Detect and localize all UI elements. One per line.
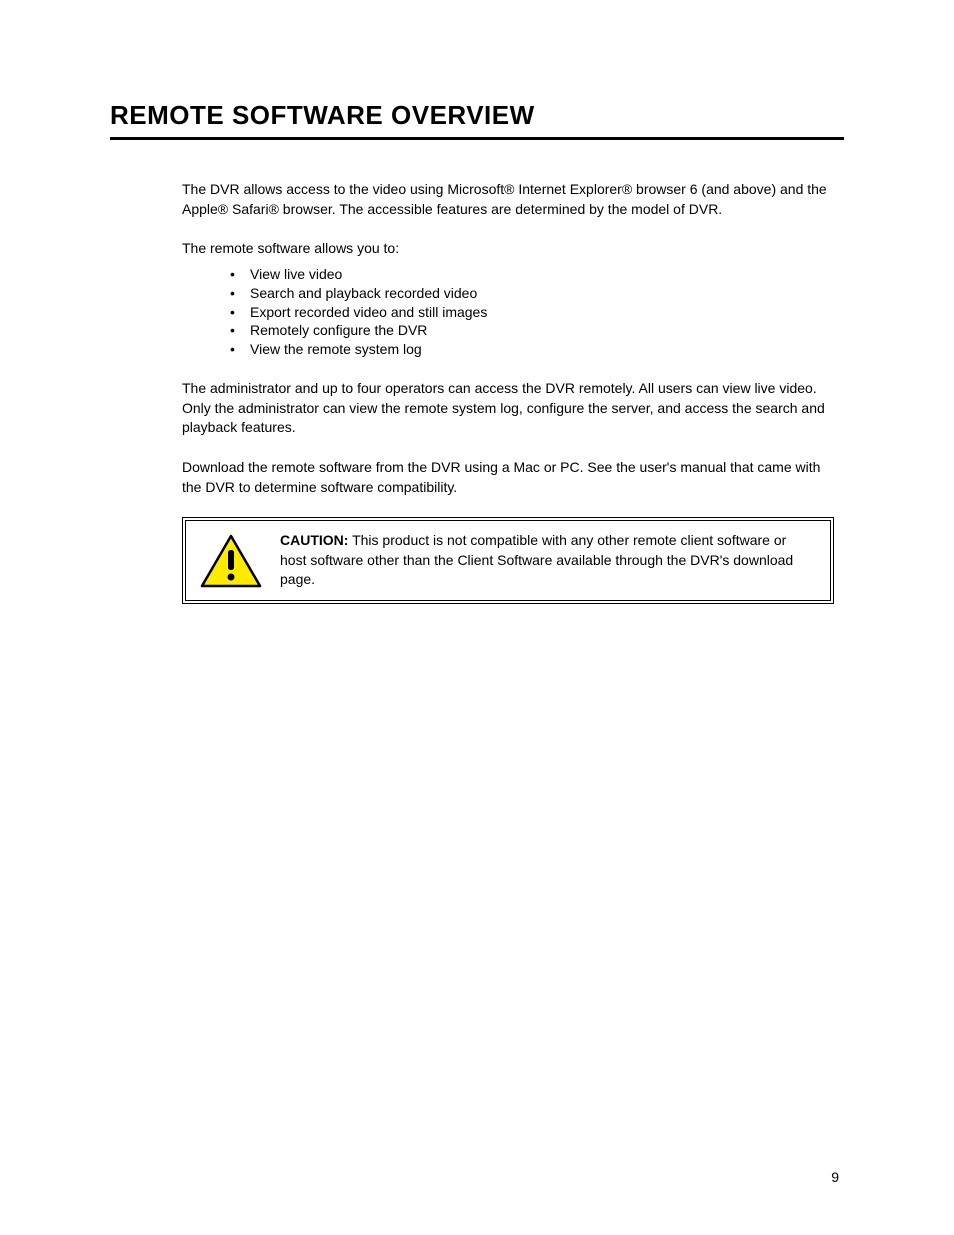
list-item: View live video — [230, 265, 834, 284]
caution-label: CAUTION: — [280, 532, 348, 548]
list-item: Remotely configure the DVR — [230, 321, 834, 340]
list-item: View the remote system log — [230, 340, 834, 359]
caution-body: This product is not compatible with any … — [280, 532, 793, 587]
admin-paragraph: The administrator and up to four operato… — [182, 379, 834, 438]
page-title: REMOTE SOFTWARE OVERVIEW — [110, 100, 844, 140]
warning-icon — [200, 534, 262, 588]
intro-paragraph: The DVR allows access to the video using… — [182, 180, 834, 219]
caution-box: CAUTION: This product is not compatible … — [182, 517, 834, 604]
list-item: Search and playback recorded video — [230, 284, 834, 303]
caution-text: CAUTION: This product is not compatible … — [280, 531, 816, 590]
content-area: The DVR allows access to the video using… — [110, 180, 844, 604]
software-paragraph: Download the remote software from the DV… — [182, 458, 834, 497]
features-intro: The remote software allows you to: — [182, 239, 834, 259]
page-number: 9 — [831, 1169, 839, 1185]
features-list: View live video Search and playback reco… — [230, 265, 834, 359]
list-item: Export recorded video and still images — [230, 303, 834, 322]
